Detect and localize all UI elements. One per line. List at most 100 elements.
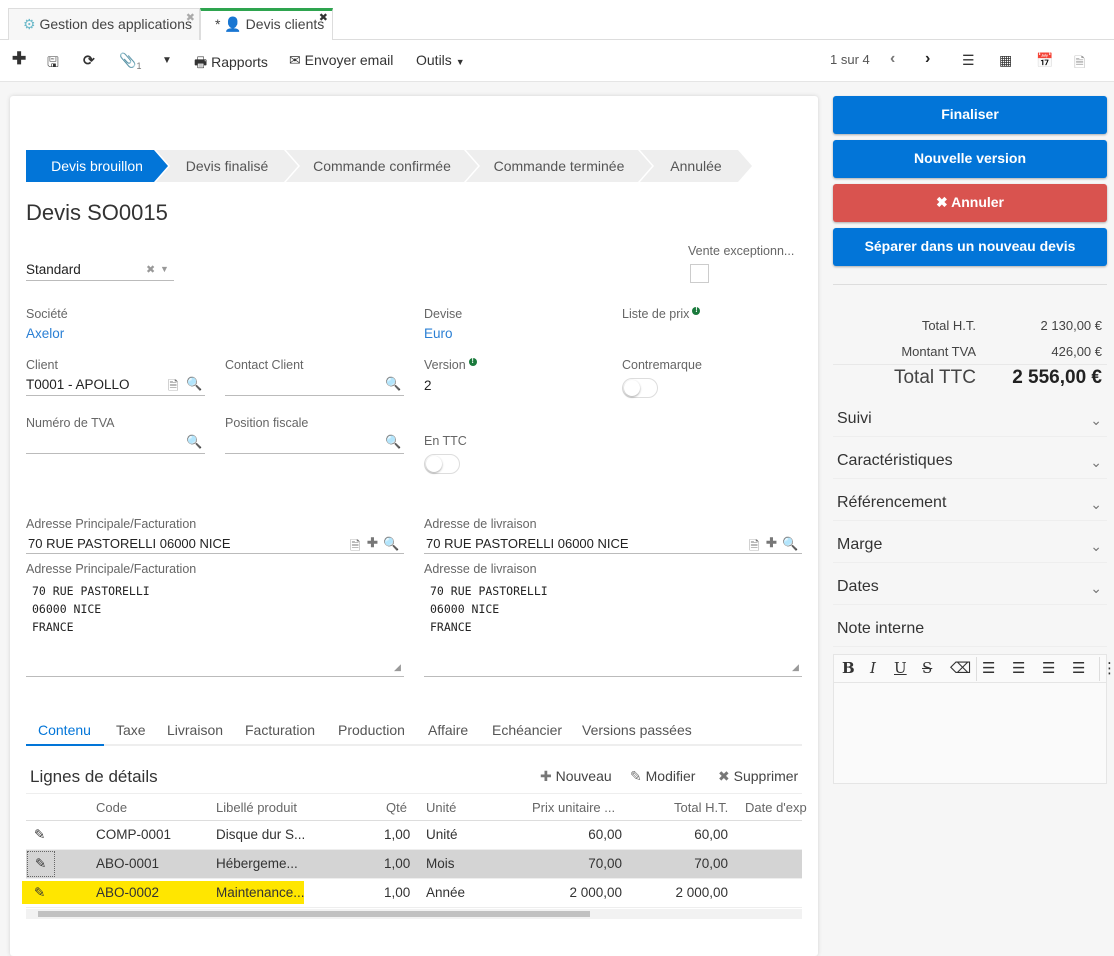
addr-del-input[interactable]: 70 RUE PASTORELLI 06000 NICE — [426, 536, 629, 551]
prev-record-button[interactable]: ‹ — [890, 50, 895, 68]
finaliser-button[interactable]: Finaliser — [833, 96, 1107, 134]
tab-facturation[interactable]: Facturation — [245, 722, 315, 738]
clear-icon[interactable]: ✖ — [146, 263, 155, 276]
status-step[interactable]: Commande confirmée — [286, 150, 478, 182]
search-icon[interactable]: 🔍 — [186, 434, 202, 450]
vente-exceptionnelle-checkbox[interactable] — [690, 264, 709, 283]
total-ht-label: Total H.T. — [921, 318, 976, 333]
status-step[interactable]: Devis brouillon — [26, 150, 168, 182]
annuler-button[interactable]: ✖ Annuler — [833, 184, 1107, 222]
tab-gestion-applications[interactable]: ⚙ Gestion des applications ✖ — [8, 8, 200, 40]
column-header[interactable]: Date d'exp — [745, 800, 807, 815]
search-icon[interactable]: 🔍 — [186, 376, 202, 392]
tab-taxe[interactable]: Taxe — [116, 722, 146, 738]
search-icon[interactable]: 🔍 — [385, 376, 401, 392]
tab-echeancier[interactable]: Echéancier — [492, 722, 562, 738]
horizontal-scrollbar[interactable] — [26, 909, 802, 919]
tab-devis-clients[interactable]: * 👤 Devis clients ✖ — [200, 8, 333, 41]
column-header[interactable]: Unité — [426, 800, 456, 815]
edit-line-button[interactable]: ✎ Modifier — [630, 768, 695, 785]
reports-button[interactable]: 🖶 Rapports — [194, 52, 268, 76]
nouvelle-version-button[interactable]: Nouvelle version — [833, 140, 1107, 178]
search-icon[interactable]: 🔍 — [782, 536, 798, 552]
new-button[interactable]: ✚ — [12, 49, 26, 69]
pencil-icon[interactable]: ✎ — [34, 885, 45, 901]
tab-livraison[interactable]: Livraison — [167, 722, 223, 738]
next-record-button[interactable]: › — [925, 50, 930, 68]
calendar-view-icon[interactable]: 📅 — [1036, 52, 1053, 69]
addr-main-textarea[interactable]: 70 RUE PASTORELLI 06000 NICE FRANCE — [32, 582, 150, 636]
tva-input[interactable] — [26, 453, 205, 454]
addr-del-underline — [424, 553, 802, 554]
column-header[interactable]: Code — [96, 800, 127, 815]
view-record-icon[interactable]: 🗎 — [749, 537, 759, 559]
contact-input[interactable] — [225, 395, 404, 396]
column-header[interactable]: Libellé produit — [216, 800, 297, 815]
underline-icon[interactable]: U — [894, 659, 907, 677]
align-left-icon[interactable]: ☰ — [982, 659, 995, 677]
pencil-icon[interactable]: ✎ — [27, 851, 55, 877]
status-step[interactable]: Commande terminée — [466, 150, 652, 182]
attachment-button[interactable]: 📎1 — [119, 52, 141, 71]
search-icon[interactable]: 🔍 — [383, 536, 399, 552]
column-header[interactable]: Total H.T. — [674, 800, 728, 815]
eraser-icon[interactable]: ⌫ — [950, 659, 971, 677]
search-icon[interactable]: 🔍 — [385, 434, 401, 450]
tools-button[interactable]: Outils ▼ — [416, 52, 465, 68]
italic-icon[interactable]: I — [870, 659, 876, 677]
justify-icon[interactable]: ☰ — [1072, 659, 1085, 677]
client-input[interactable]: T0001 - APOLLO — [26, 377, 130, 392]
resize-handle-icon[interactable]: ◢ — [792, 662, 799, 673]
resize-handle-icon[interactable]: ◢ — [394, 662, 401, 673]
delete-line-button[interactable]: ✖ Supprimer — [718, 768, 798, 785]
tab-contenu[interactable]: Contenu — [38, 722, 91, 738]
tab-production[interactable]: Production — [338, 722, 405, 738]
position-input[interactable] — [225, 453, 404, 454]
list-icon[interactable]: ⋮ — [1102, 659, 1114, 677]
scrollbar-thumb[interactable] — [38, 911, 590, 917]
addr-del-textarea[interactable]: 70 RUE PASTORELLI 06000 NICE FRANCE — [430, 582, 548, 636]
tab-affaire[interactable]: Affaire — [428, 722, 468, 738]
close-tab-icon[interactable]: ✖ — [186, 11, 195, 24]
bold-icon[interactable]: B — [842, 659, 855, 677]
attachment-count: 1 — [136, 60, 142, 71]
tabs-bar: ⚙ Gestion des applications ✖ * 👤 Devis c… — [0, 0, 1114, 41]
status-step[interactable]: Annulée — [640, 150, 752, 182]
societe-link[interactable]: Axelor — [26, 326, 64, 341]
plus-icon[interactable]: ✚ — [766, 535, 777, 551]
new-line-button[interactable]: ✚ Nouveau — [540, 768, 612, 785]
send-email-button[interactable]: ✉ Envoyer email — [289, 52, 393, 69]
pencil-icon[interactable]: ✎ — [34, 827, 45, 843]
plus-icon[interactable]: ✚ — [367, 535, 378, 551]
grid-view-icon[interactable]: ▦ — [999, 52, 1012, 69]
strikethrough-icon[interactable]: S — [922, 659, 932, 677]
refresh-button[interactable]: ⟳ — [83, 52, 95, 69]
chevron-down-icon[interactable]: ▼ — [160, 264, 169, 274]
addr-main-label: Adresse Principale/Facturation — [26, 517, 197, 531]
tab-versions-passees[interactable]: Versions passées — [582, 722, 692, 738]
type-select-value[interactable]: Standard — [26, 262, 81, 277]
note-editor[interactable]: B I U S ⌫ ☰ ☰ ☰ ☰ ⋮ — [833, 654, 1114, 784]
list-view-icon[interactable]: ☰ — [962, 52, 975, 69]
table-row[interactable]: ✎ ABO-0001 Hébergeme... 1,00 Mois 70,00 … — [26, 850, 802, 879]
table-row[interactable]: ✎ ABO-0002 Maintenance... 1,00 Année 2 0… — [22, 879, 802, 908]
table-row[interactable]: ✎ COMP-0001 Disque dur S... 1,00 Unité 6… — [26, 821, 802, 850]
separer-button[interactable]: Séparer dans un nouveau devis — [833, 228, 1107, 266]
align-center-icon[interactable]: ☰ — [1012, 659, 1025, 677]
ttc-label: En TTC — [424, 434, 467, 448]
caret-down-icon: ▼ — [455, 57, 465, 67]
align-right-icon[interactable]: ☰ — [1042, 659, 1055, 677]
close-tab-icon[interactable]: ✖ — [319, 11, 328, 24]
more-dropdown-icon[interactable]: ▼ — [162, 55, 172, 66]
devise-link[interactable]: Euro — [424, 326, 453, 341]
contremarque-toggle[interactable] — [622, 378, 658, 398]
view-record-icon[interactable]: 🗎 — [350, 537, 360, 559]
form-view-icon[interactable]: 🗎 — [1074, 52, 1085, 76]
addr-main-input[interactable]: 70 RUE PASTORELLI 06000 NICE — [28, 536, 231, 551]
ttc-toggle[interactable] — [424, 454, 460, 474]
save-button[interactable]: 🖫 — [47, 52, 59, 76]
cell-qty: 1,00 — [384, 856, 411, 871]
status-step[interactable]: Devis finalisé — [156, 150, 298, 182]
column-header[interactable]: Qté — [386, 800, 407, 815]
column-header[interactable]: Prix unitaire ... — [532, 800, 615, 815]
